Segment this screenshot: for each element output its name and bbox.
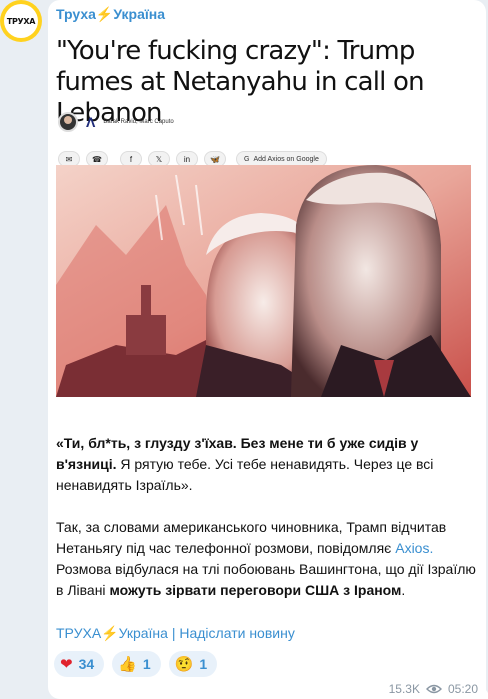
thumbs-up-icon: 👍 [118,655,137,673]
reactions-bar: ❤ 34 👍 1 🤨 1 [54,651,218,677]
quote-paragraph: «Ти, бл*ть, з глузду з'їхав. Без мене ти… [56,433,481,496]
article-authors: Barak Ravid, Marc Caputo [103,119,174,125]
channel-avatar-text: ТРУХА [4,4,38,38]
hero-illustration [56,165,471,397]
axios-logo-icon: Λ [86,114,96,130]
article-byline: Λ Barak Ravid, Marc Caputo [58,112,174,132]
report-paragraph: Так, за словами американського чиновника… [56,517,481,601]
axios-link[interactable]: Axios. [395,540,433,556]
channel-name[interactable]: Труха⚡Україна [56,6,165,23]
message-text: «Ти, бл*ть, з глузду з'їхав. Без мене ти… [56,433,481,622]
message-time: 05:20 [447,682,478,696]
google-icon: G [244,155,250,163]
channel-avatar[interactable]: ТРУХА [0,0,42,42]
report-start: Так, за словами американського чиновника… [56,519,447,556]
message-bubble: Труха⚡Україна "You're fucking crazy": Tr… [48,0,486,699]
article-hero-image[interactable] [56,165,471,397]
reaction-count: 1 [142,656,151,672]
reaction-thumbs-up[interactable]: 👍 1 [112,651,161,677]
channel-footer-link[interactable]: ТРУХА⚡Україна | Надіслати новину [56,625,295,642]
reaction-raised-eyebrow[interactable]: 🤨 1 [168,651,218,677]
heart-icon: ❤ [60,655,73,673]
eye-icon [425,684,442,694]
view-count: 15.3K [388,682,420,696]
message-meta: 15.3K 05:20 [389,682,478,696]
author-photo [58,112,78,132]
report-end: . [401,582,406,598]
report-bold: можуть зірвати переговори США з Іраном [109,582,402,598]
raised-eyebrow-face-icon: 🤨 [174,655,194,673]
reaction-count: 1 [199,656,208,672]
add-axios-on-google-label: Add Axios on Google [253,155,319,163]
reaction-count: 34 [78,656,95,672]
reaction-heart[interactable]: ❤ 34 [54,651,105,677]
